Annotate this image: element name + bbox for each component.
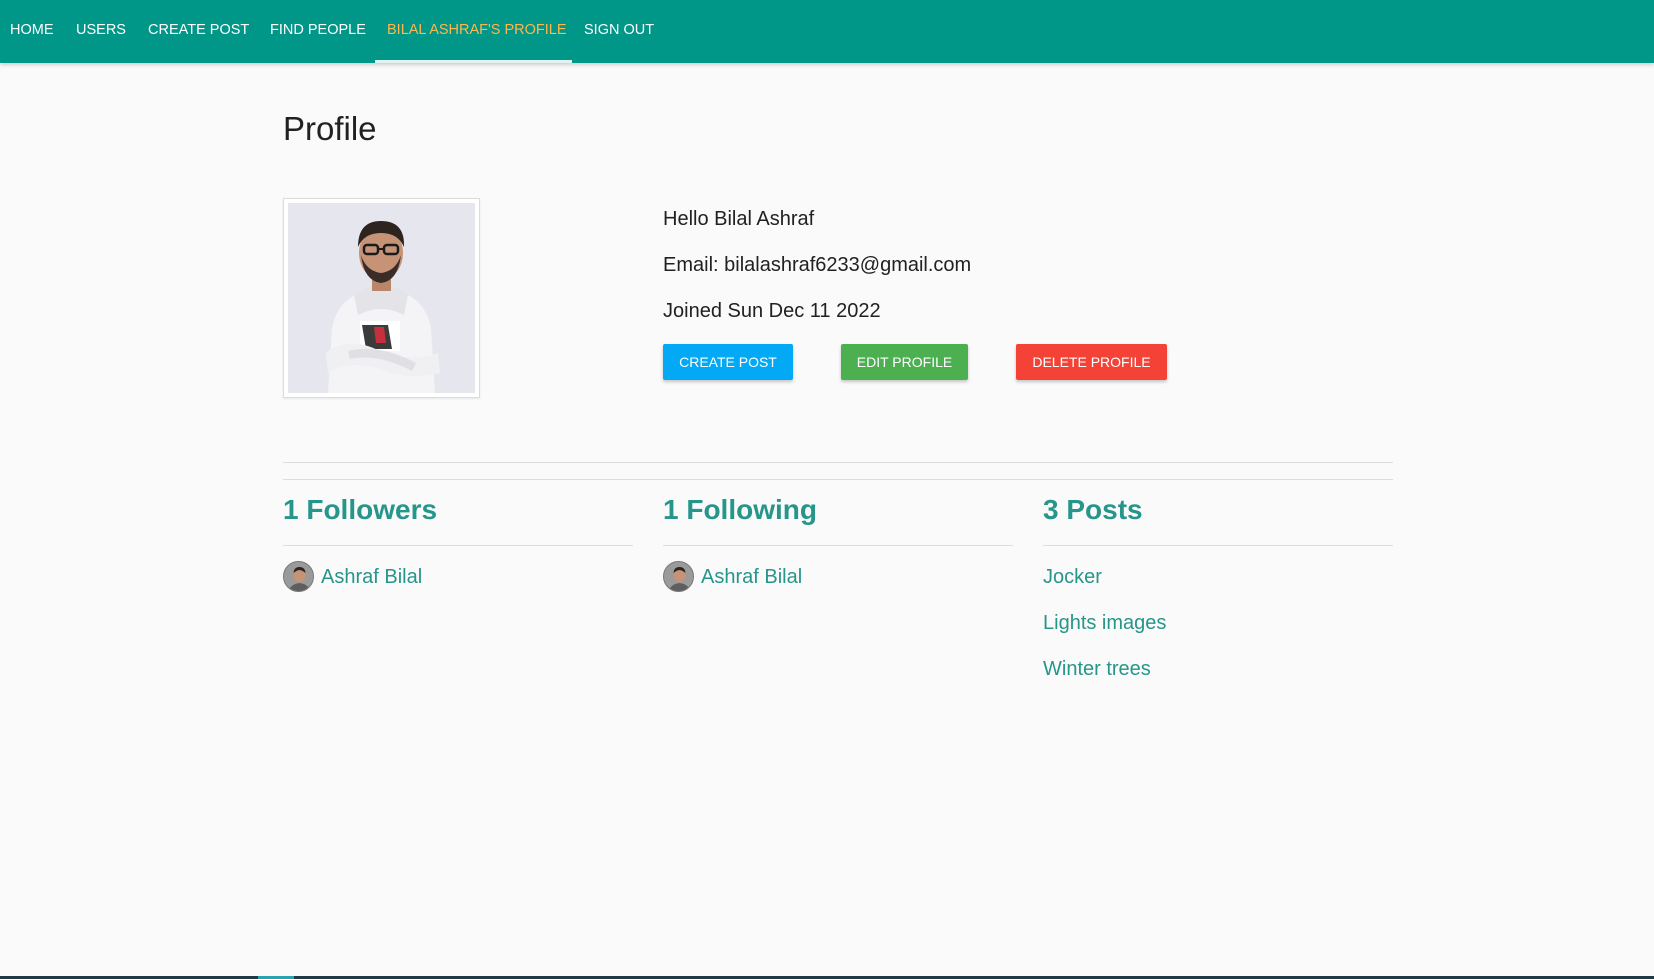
section-divider-bottom <box>283 479 1393 480</box>
avatar-icon <box>664 562 693 591</box>
create-post-button[interactable]: CREATE POST <box>663 344 793 380</box>
nav-users[interactable]: USERS <box>76 0 126 63</box>
followers-title: 1 Followers <box>283 494 438 525</box>
profile-photo-frame <box>283 198 480 398</box>
top-navbar: HOME USERS CREATE POST FIND PEOPLE BILAL… <box>0 0 1654 63</box>
posts-title: 3 Posts <box>1043 494 1143 525</box>
delete-profile-button[interactable]: DELETE PROFILE <box>1016 344 1167 380</box>
nav-home[interactable]: HOME <box>10 0 54 63</box>
nav-profile[interactable]: BILAL ASHRAF'S PROFILE <box>387 0 567 63</box>
following-title: 1 Following <box>663 494 817 525</box>
avatar-icon <box>284 562 313 591</box>
following-avatar[interactable] <box>663 561 694 592</box>
profile-email: Email: bilalashraf6233@gmail.com <box>663 254 972 276</box>
following-divider <box>663 545 1013 546</box>
following-name-link[interactable]: Ashraf Bilal <box>701 566 802 589</box>
nav-create-post[interactable]: CREATE POST <box>148 0 249 63</box>
follower-avatar[interactable] <box>283 561 314 592</box>
follower-name-link[interactable]: Ashraf Bilal <box>321 566 422 589</box>
nav-sign-out[interactable]: SIGN OUT <box>584 0 654 63</box>
nav-find-people[interactable]: FIND PEOPLE <box>270 0 366 63</box>
posts-divider <box>1043 545 1393 546</box>
profile-photo <box>288 203 475 393</box>
profile-greeting: Hello Bilal Ashraf <box>663 208 815 230</box>
section-divider-top <box>283 462 1393 463</box>
active-tab-indicator <box>375 60 572 63</box>
profile-joined-date: Joined Sun Dec 11 2022 <box>663 300 881 322</box>
followers-divider <box>283 545 633 546</box>
page-title: Profile <box>283 110 377 147</box>
post-link[interactable]: Lights images <box>1043 612 1166 635</box>
edit-profile-button[interactable]: EDIT PROFILE <box>841 344 968 380</box>
post-link[interactable]: Jocker <box>1043 566 1102 589</box>
post-link[interactable]: Winter trees <box>1043 658 1151 681</box>
profile-photo-illustration <box>288 203 475 393</box>
